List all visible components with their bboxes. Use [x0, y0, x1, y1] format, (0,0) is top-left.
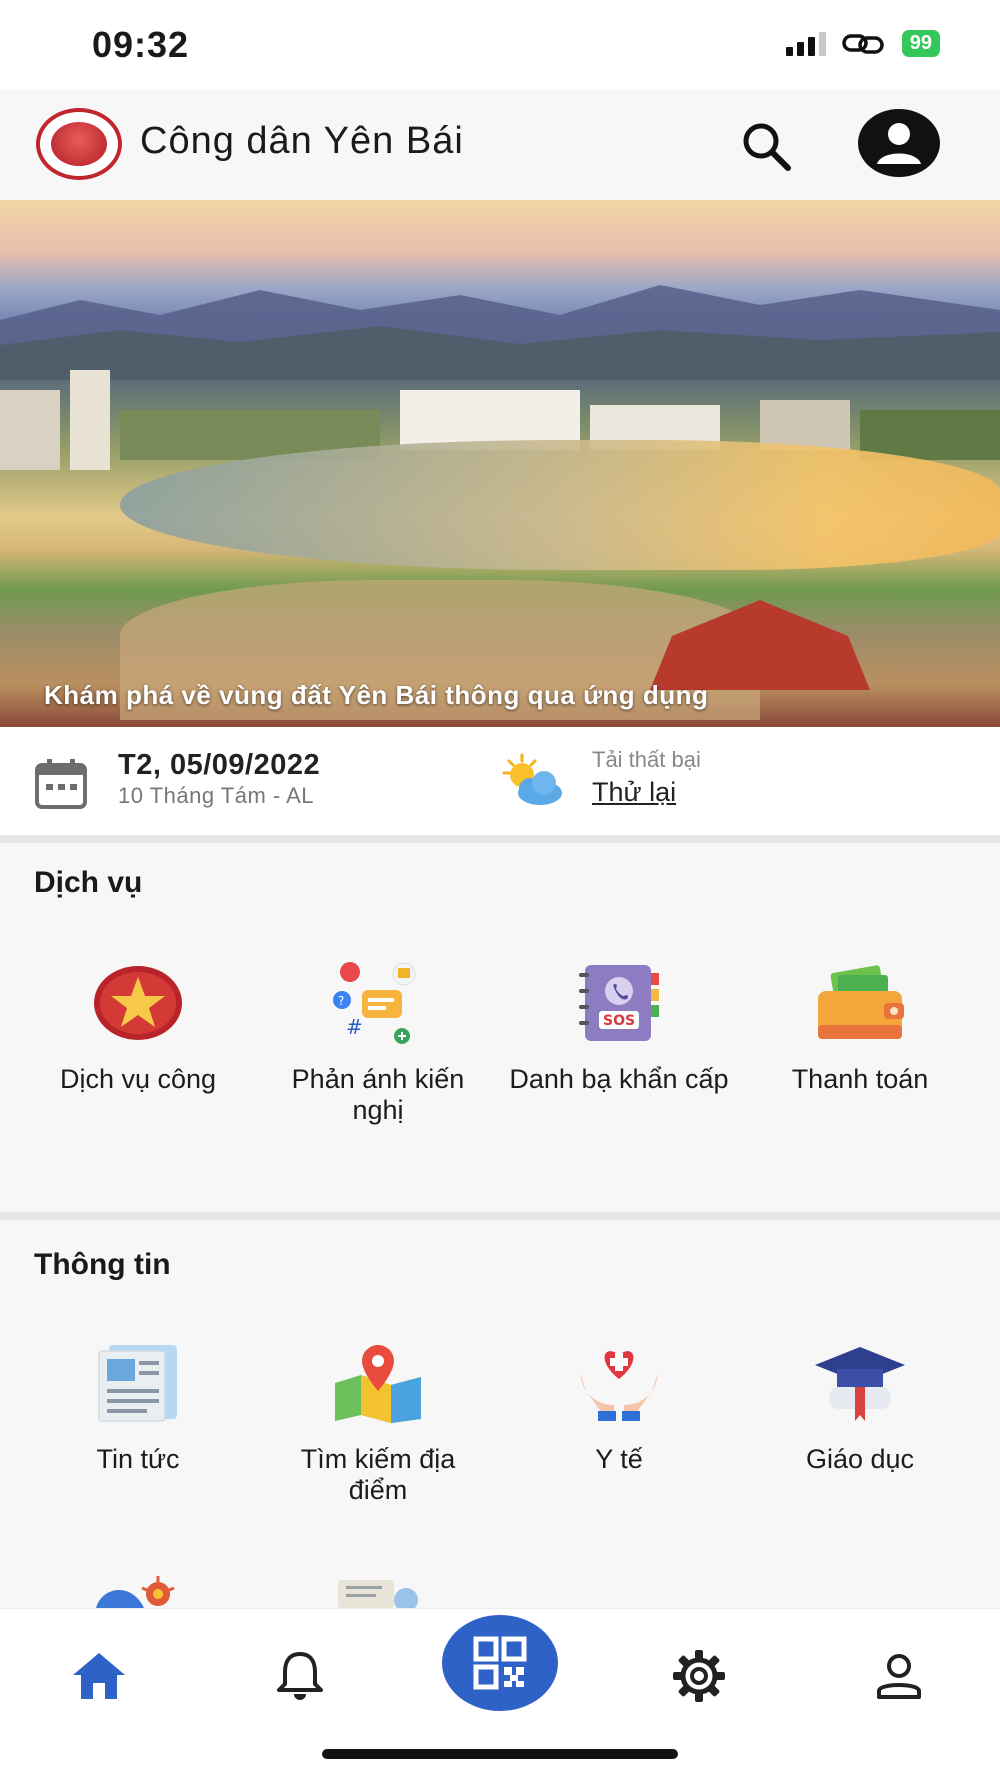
nav-settings[interactable] [664, 1641, 734, 1711]
nav-profile[interactable] [864, 1641, 934, 1711]
search-button[interactable] [736, 116, 796, 176]
yen-bai-emblem-icon [36, 108, 122, 180]
info-education[interactable]: Giáo dục [740, 1338, 980, 1475]
info-label: Y tế [595, 1444, 643, 1474]
lunar-date: 10 Tháng Tám - AL [118, 783, 315, 808]
info-health[interactable]: Y tế [499, 1338, 739, 1475]
graduation-cap-icon [815, 1347, 905, 1421]
signal-icon [785, 31, 826, 56]
info-news[interactable]: Tin tức [18, 1338, 258, 1475]
battery-indicator: 99 [901, 30, 940, 57]
app-header: Công dân Yên Bái [0, 90, 1000, 200]
hero-banner[interactable]: Khám phá về vùng đất Yên Bái thông qua ứ… [0, 200, 1000, 727]
retry-link[interactable]: Thử lại [592, 777, 676, 808]
info-label: Tìm kiếm địa điểm [300, 1444, 456, 1505]
divider [0, 835, 1000, 843]
app-title: Công dân Yên Bái [140, 120, 464, 162]
information-title: Thông tin [34, 1248, 171, 1281]
gear-icon [673, 1650, 725, 1702]
qr-code-icon [473, 1636, 527, 1690]
services-title: Dịch vụ [34, 866, 143, 899]
nav-home[interactable] [64, 1641, 134, 1711]
svg-text:?: ? [338, 994, 344, 1008]
calendar-icon [35, 759, 87, 809]
link-icon [842, 33, 884, 54]
banner-lake [120, 440, 1000, 570]
newspaper-icon [98, 1345, 177, 1422]
partly-cloudy-icon [502, 753, 562, 805]
current-date: T2, 05/09/2022 [118, 749, 321, 781]
service-public-services[interactable]: Dịch vụ công [18, 958, 258, 1095]
service-label: Thanh toán [791, 1064, 929, 1094]
weather-status: Tải thất bại [592, 747, 701, 772]
service-feedback[interactable]: ? # Phản ánh kiến nghị [258, 958, 498, 1126]
person-icon [877, 1654, 921, 1699]
covid-virus-icon [96, 1576, 175, 1608]
bell-icon [277, 1652, 323, 1700]
map-pin-icon [335, 1345, 421, 1423]
bottom-navigation [0, 1608, 1000, 1778]
banner-caption: Khám phá về vùng đất Yên Bái thông qua ứ… [44, 680, 709, 710]
sos-phonebook-icon: SOS [579, 965, 659, 1041]
nav-notifications[interactable] [265, 1641, 335, 1711]
svg-text:#: # [346, 1015, 363, 1039]
feedback-chat-icon: ? # [333, 962, 416, 1044]
service-emergency-contacts[interactable]: SOS Danh bạ khẩn cấp [499, 958, 739, 1095]
status-indicators: 99 [785, 30, 940, 57]
svg-text:SOS: SOS [603, 1013, 635, 1029]
status-time: 09:32 [92, 24, 190, 65]
qr-scan-button[interactable] [442, 1615, 558, 1711]
date-weather-row: T2, 05/09/2022 10 Tháng Tám - AL Tải thấ… [0, 727, 1000, 835]
health-heart-hands-icon [580, 1351, 658, 1421]
info-label: Giáo dục [805, 1444, 915, 1474]
national-emblem-icon [94, 966, 182, 1040]
service-label: Dịch vụ công [59, 1064, 217, 1094]
status-bar: 09:32 99 [0, 0, 1000, 90]
service-label: Danh bạ khẩn cấp [509, 1064, 729, 1094]
service-payment[interactable]: Thanh toán [740, 958, 980, 1095]
service-label: Phản ánh kiến nghị [291, 1064, 465, 1125]
account-circle-icon [858, 109, 940, 177]
info-label: Tin tức [96, 1444, 180, 1474]
info-place-search[interactable]: Tìm kiếm địa điểm [258, 1338, 498, 1506]
home-indicator [322, 1749, 678, 1759]
wallet-icon [818, 965, 904, 1039]
divider [0, 1212, 1000, 1220]
search-icon [743, 123, 791, 171]
document-search-icon [338, 1580, 418, 1608]
home-icon [73, 1653, 125, 1699]
account-button[interactable] [856, 108, 942, 178]
